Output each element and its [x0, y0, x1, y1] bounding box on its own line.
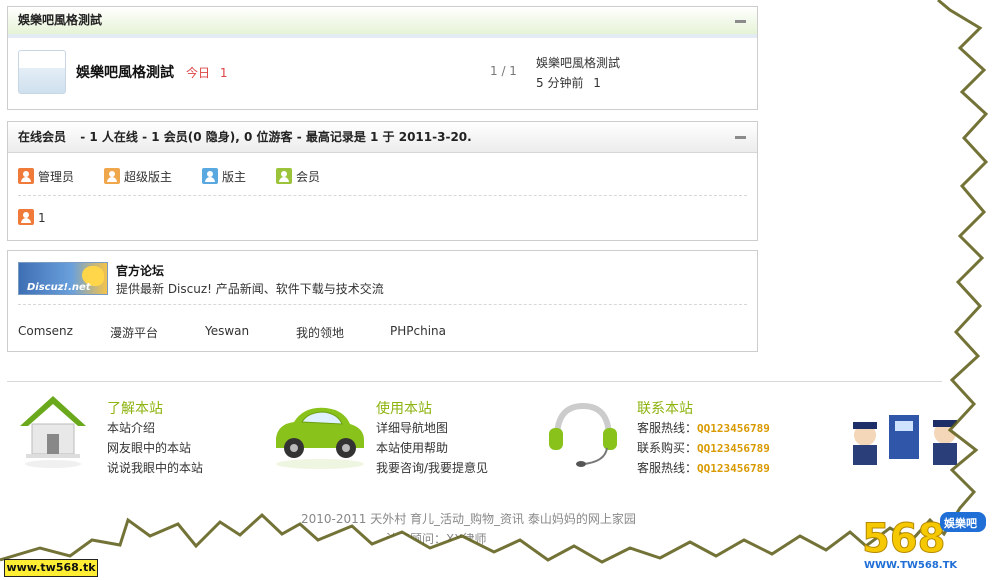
watermark-number: 568: [862, 516, 946, 562]
watermark-url-left: www.tw568.tk: [4, 559, 98, 577]
watermark-badge: 娛樂吧: [943, 516, 977, 530]
watermark-url-right: WWW.TW568.TK: [864, 560, 958, 571]
watermark-logo-right: 568 娛樂吧 WWW.TW568.TK: [862, 512, 986, 571]
torn-edge-effect: [0, 0, 993, 580]
